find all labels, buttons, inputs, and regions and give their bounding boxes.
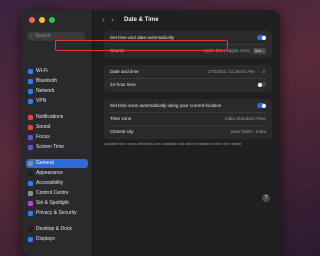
sidebar-item-general[interactable]: General [26,159,88,168]
zoom-button[interactable] [49,17,55,23]
tz-value: India Standard Time [224,116,266,121]
siri-icon [28,201,33,206]
help-button[interactable]: ? [262,194,270,202]
sidebar-item-label: Sound [36,124,51,130]
speaker-icon [28,125,33,130]
sidebar-item-sound[interactable]: Sound [26,123,88,132]
display-icon [28,237,33,242]
sidebar-item-network[interactable]: Network [26,87,88,96]
sidebar-item-displays[interactable]: Displays [26,235,88,244]
sidebar-item-vpn[interactable]: VPN [26,97,88,106]
vpn-icon [28,99,33,104]
sidebar-item-accessibility[interactable]: Accessibility [26,179,88,188]
tz-auto-toggle[interactable] [257,103,266,108]
settings-window: ⌕ Search Wi-Fi Bluetooth Network VPN Notifica… [22,10,280,256]
sidebar-item-label: Control Centre [36,190,69,196]
auto-time-toggle[interactable] [257,35,266,40]
city-row: Closest city New Delhi - India [110,126,266,138]
hand-icon [28,211,33,216]
sidebar-item-label: Bluetooth [36,78,58,84]
sidebar-item-label: Privacy & Security [36,210,77,216]
tz-auto-row: Set time zone automatically using your c… [110,100,266,112]
highlight-outline [55,40,228,51]
bluetooth-icon [28,79,33,84]
moon-icon [28,135,33,140]
sidebar-item-siri-spotlight[interactable]: Siri & Spotlight [26,199,88,208]
tz-label: Time zone [110,116,132,121]
appearance-icon [28,171,33,176]
window-controls [29,17,55,23]
tz-auto-label: Set time zone automatically using your c… [110,103,222,108]
hour24-row: 24-hour time [110,79,266,91]
calendar-stepper-icon[interactable]: ⇕ [262,66,266,78]
sidebar-item-notifications[interactable]: Notifications [26,113,88,122]
sidebar-item-screen-time[interactable]: Screen Time [26,143,88,152]
back-button[interactable]: ‹ [102,15,105,25]
close-button[interactable] [29,17,35,23]
search-placeholder: Search [34,33,51,39]
date-time-label: Date and time [110,69,139,74]
sidebar-item-label: Siri & Spotlight [36,200,69,206]
sidebar-item-label: Displays [36,236,55,242]
wifi-icon [28,69,33,74]
sidebar-item-label: Appearance [36,170,63,176]
sidebar-item-control-centre[interactable]: Control Centre [26,189,88,198]
sidebar-item-label: Desktop & Dock [36,226,72,232]
hour24-label: 24-hour time [110,82,136,87]
hourglass-icon [28,145,33,150]
gear-icon [28,161,33,166]
sidebar-item-privacy-security[interactable]: Privacy & Security [26,209,88,218]
sidebar-item-label: General [36,160,54,166]
update-note: Updated time zone definitions are availa… [104,142,243,146]
sidebar-item-label: Network [36,88,55,94]
sidebar-item-bluetooth[interactable]: Bluetooth [26,77,88,86]
sidebar-item-wi-fi[interactable]: Wi-Fi [26,67,88,76]
sidebar-item-label: Wi-Fi [36,68,48,74]
toolbar: ‹ › Date & Time [102,15,274,25]
date-time-panel: Date and time 27/10/23, 11:25:51 AM ⇕ 24… [104,65,272,92]
sidebar-item-desktop-dock[interactable]: Desktop & Dock [26,225,88,234]
bell-icon [28,115,33,120]
set-source-button[interactable]: Set... [252,48,266,54]
tz-row: Time zone India Standard Time [110,113,266,125]
control-centre-icon [28,191,33,196]
sidebar-item-label: Accessibility [36,180,64,186]
city-value: New Delhi - India [231,129,266,134]
page-title: Date & Time [124,17,159,23]
sidebar-item-label: Focus [36,134,50,140]
date-time-row: Date and time 27/10/23, 11:25:51 AM ⇕ [110,66,266,78]
timezone-panel: Set time zone automatically using your c… [104,99,272,139]
sidebar-item-label: Screen Time [36,144,65,150]
sidebar-item-label: Notifications [36,114,64,120]
sidebar-item-appearance[interactable]: Appearance [26,169,88,178]
sidebar-item-label: VPN [36,98,47,104]
accessibility-icon [28,181,33,186]
minimize-button[interactable] [39,17,45,23]
network-icon [28,89,33,94]
hour24-toggle[interactable] [257,82,266,87]
sidebar-item-focus[interactable]: Focus [26,133,88,142]
city-label: Closest city [110,129,134,134]
forward-button[interactable]: › [111,15,114,25]
dock-icon [28,227,33,232]
date-time-value[interactable]: 27/10/23, 11:25:51 AM [208,66,254,78]
search-icon: ⌕ [30,33,33,39]
